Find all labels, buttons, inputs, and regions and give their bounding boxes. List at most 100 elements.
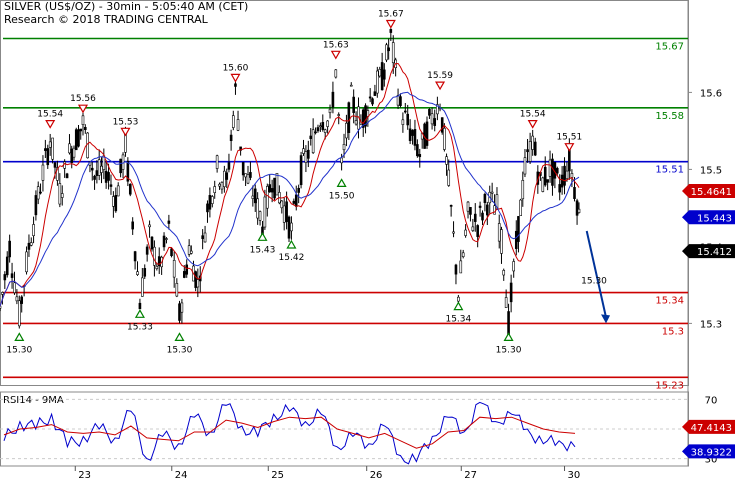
swing-low-marker — [14, 332, 25, 341]
candle-body — [25, 251, 28, 273]
candle-body — [8, 240, 11, 258]
candle-body — [3, 274, 7, 281]
last-price-tag-label: 15.4641 — [691, 187, 732, 198]
candle-body — [256, 198, 259, 219]
candle-body — [218, 183, 221, 187]
level-label: 15.67 — [655, 42, 684, 53]
candle-body — [20, 296, 24, 304]
candle-body — [378, 69, 382, 77]
price-tick-label: 15.6 — [700, 88, 722, 99]
candle-body — [418, 154, 422, 158]
candle-body — [32, 224, 35, 236]
time-tick-label: 27 — [464, 470, 477, 480]
candle-body — [93, 175, 96, 180]
candle-body — [466, 201, 470, 212]
rsi-value-tag-label: 38.9322 — [691, 447, 732, 458]
level-label: 15.58 — [655, 111, 684, 122]
candle-body — [290, 222, 293, 232]
rsi-tick-label: 70 — [705, 395, 718, 406]
candle-body — [81, 115, 85, 125]
swing-high-marker — [330, 50, 341, 60]
time-tick-label: 25 — [271, 470, 284, 480]
candle-body — [403, 110, 407, 113]
candle-body — [461, 252, 465, 257]
candle-body — [486, 204, 489, 216]
candle-body — [165, 238, 168, 240]
swing-low-label: 15.30 — [6, 345, 32, 355]
candle-body — [334, 69, 338, 78]
candle-body — [273, 177, 276, 199]
candle-body — [141, 277, 144, 297]
swing-low-label: 15.43 — [250, 245, 276, 255]
candle-body — [483, 193, 487, 203]
candle-body — [215, 155, 219, 169]
candle-body — [447, 169, 451, 186]
candle-body — [473, 213, 477, 222]
candle-body — [251, 195, 255, 199]
swing-high-label: 15.53 — [113, 117, 139, 127]
candle-body — [311, 129, 315, 153]
swing-low-label: 15.42 — [279, 253, 305, 263]
candle-body — [391, 42, 395, 64]
candle-body — [287, 216, 291, 239]
candle-body — [411, 130, 414, 136]
candle-body — [203, 232, 207, 243]
candle-body — [275, 172, 279, 196]
candle-body — [560, 174, 564, 188]
candle-body — [133, 251, 137, 262]
swing-high-label: 15.63 — [323, 40, 349, 50]
candle-body — [187, 245, 191, 255]
candle-body — [194, 271, 197, 288]
candle-body — [389, 29, 393, 33]
candle-body — [13, 282, 16, 294]
candle-body — [213, 186, 217, 193]
candle-body — [263, 196, 267, 228]
candle-body — [10, 273, 14, 278]
candle-body — [373, 91, 377, 96]
candle-body — [234, 83, 237, 87]
candle-body — [371, 98, 374, 105]
candle-body — [354, 120, 358, 125]
candle-body — [294, 194, 298, 207]
candle-body — [211, 196, 214, 204]
candle-body — [74, 129, 78, 151]
time-tick-label: 30 — [568, 470, 581, 480]
candle-body — [77, 129, 80, 147]
candle-body — [266, 186, 269, 209]
candle-body — [563, 165, 566, 186]
last-price-tag-label: 15.443 — [697, 213, 732, 224]
candle-body — [270, 188, 274, 193]
candle-body — [497, 223, 501, 242]
candle-body — [517, 216, 520, 242]
candle-body — [565, 170, 569, 179]
candle-body — [225, 172, 229, 180]
candle-body — [5, 256, 9, 276]
candle-body — [1, 292, 4, 295]
candle-body — [244, 173, 247, 178]
candle-body — [280, 200, 284, 209]
candle-body — [347, 102, 351, 133]
last-price-tag-label: 15.412 — [697, 247, 732, 258]
candle-body — [131, 221, 134, 230]
candle-body — [58, 183, 62, 205]
candle-body — [253, 188, 257, 204]
candle-body — [302, 148, 305, 154]
candle-body — [299, 155, 303, 186]
candle-body — [95, 170, 99, 176]
candle-body — [523, 157, 527, 175]
candle-body — [282, 205, 286, 223]
candle-body — [342, 144, 346, 151]
candle-body — [408, 128, 412, 141]
candle-body — [519, 199, 522, 216]
swing-high-label: 15.60 — [223, 63, 249, 73]
candle-body — [449, 204, 453, 207]
candle-body — [84, 126, 87, 130]
candle-body — [178, 303, 181, 321]
candle-body — [316, 127, 320, 132]
candle-body — [48, 141, 52, 148]
candle-body — [17, 300, 21, 327]
candle-body — [533, 141, 537, 156]
swing-low-marker — [134, 309, 145, 318]
swing-low-marker — [336, 178, 347, 187]
candle-body — [464, 229, 467, 236]
